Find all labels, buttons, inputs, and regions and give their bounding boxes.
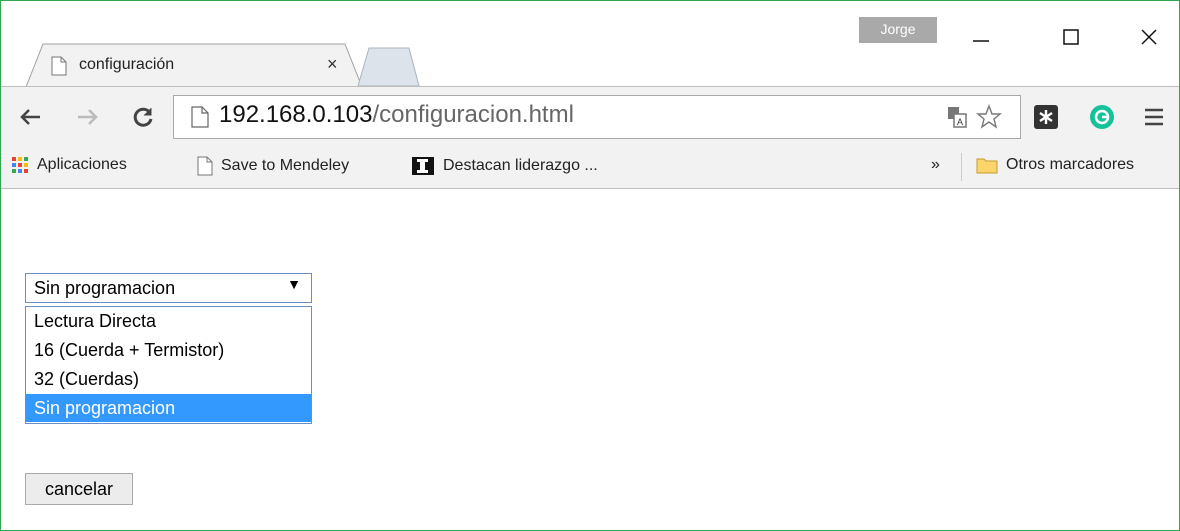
back-arrow-icon — [20, 109, 40, 125]
minimize-icon — [973, 40, 989, 42]
bookmarks-divider — [961, 153, 962, 181]
tab-title: configuración — [79, 56, 175, 73]
bookmark-label: Destacan liderazgo ... — [443, 157, 598, 174]
bookmark-aplicaciones[interactable]: Aplicaciones — [11, 156, 127, 174]
bookmark-destacan-liderazgo[interactable]: Destacan liderazgo ... — [411, 156, 598, 176]
bookmark-favicon-icon — [411, 156, 435, 176]
select-option[interactable]: Lectura Directa — [26, 307, 311, 335]
extension-asterisk-icon[interactable] — [1033, 104, 1059, 135]
close-window-button[interactable] — [1124, 17, 1174, 57]
page-icon — [191, 106, 209, 133]
maximize-icon — [1063, 29, 1079, 45]
bookmark-otros-marcadores[interactable]: Otros marcadores — [976, 156, 1134, 174]
select-option-selected[interactable]: Sin programacion — [26, 394, 311, 422]
grammarly-icon[interactable] — [1089, 104, 1115, 135]
tab-shape — [25, 43, 363, 88]
maximize-button[interactable] — [1046, 17, 1096, 57]
cancel-button[interactable]: cancelar — [25, 473, 133, 505]
select-option[interactable]: 16 (Cuerda + Termistor) — [26, 336, 311, 364]
tab-configuracion[interactable] — [25, 43, 363, 88]
tab-close-icon[interactable]: × — [327, 54, 338, 75]
bookmark-save-to-mendeley[interactable]: Save to Mendeley — [197, 156, 349, 176]
bookmarks-overflow-button[interactable]: » — [931, 156, 940, 174]
reload-icon — [133, 107, 153, 127]
back-button[interactable] — [15, 100, 45, 134]
title-bar: Jorge configuración × — [1, 1, 1179, 88]
bookmark-label: Aplicaciones — [37, 156, 127, 173]
bookmark-label: Save to Mendeley — [221, 157, 350, 174]
programming-select[interactable]: Sin programacion ▼ — [25, 273, 312, 303]
forward-arrow-icon — [78, 109, 98, 125]
url-host: 192.168.0.103 — [219, 101, 373, 128]
browser-window: Jorge configuración × 192.168.0.103/conf… — [0, 0, 1180, 531]
folder-icon — [976, 156, 998, 174]
reload-button[interactable] — [128, 100, 158, 134]
page-icon — [51, 56, 67, 81]
url-path: /configuracion.html — [372, 101, 574, 128]
forward-button[interactable] — [73, 100, 103, 134]
menu-icon[interactable] — [1143, 107, 1165, 132]
url-text[interactable]: 192.168.0.103/configuracion.html — [219, 101, 574, 129]
page-icon — [197, 156, 213, 176]
bookmark-label: Otros marcadores — [1006, 156, 1135, 173]
profile-button[interactable]: Jorge — [859, 17, 937, 43]
chevron-down-icon: ▼ — [287, 276, 301, 292]
select-value: Sin programacion — [34, 278, 176, 298]
new-tab-button[interactable] — [357, 47, 420, 87]
star-bookmark-icon[interactable] — [976, 104, 1002, 135]
close-icon — [1141, 29, 1157, 45]
select-dropdown: Lectura Directa 16 (Cuerda + Termistor) … — [25, 306, 312, 424]
svg-text:A: A — [957, 117, 963, 127]
minimize-button[interactable] — [956, 17, 1006, 57]
translate-icon[interactable]: A — [947, 106, 967, 133]
select-option[interactable]: 32 (Cuerdas) — [26, 365, 311, 393]
apps-grid-icon — [11, 156, 29, 174]
